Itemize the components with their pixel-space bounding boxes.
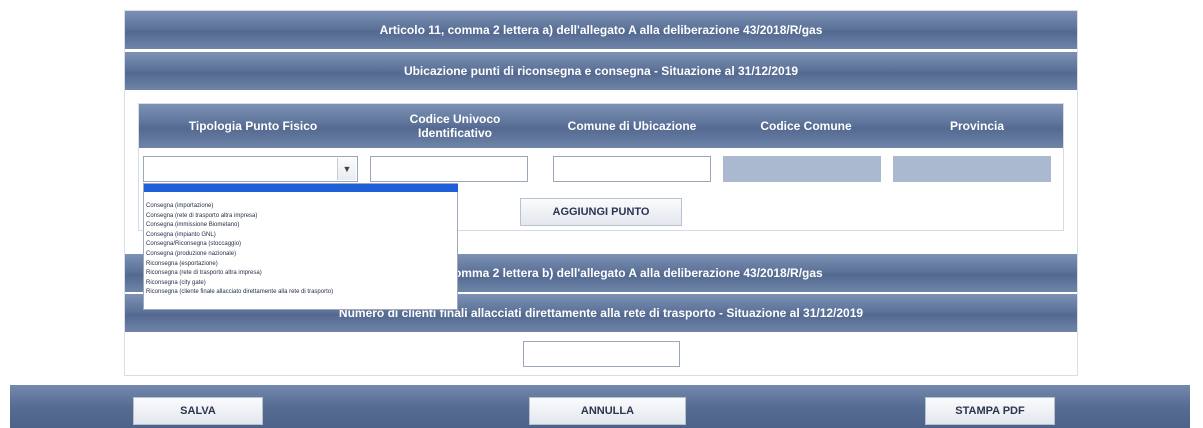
col-codice-univoco: Codice Univoco Identificativo bbox=[409, 112, 501, 140]
save-button-label: SALVA bbox=[180, 405, 216, 417]
dropdown-option[interactable]: Consegna (immissione Biometano) bbox=[144, 221, 457, 231]
cancel-button-label: ANNULLA bbox=[580, 405, 635, 417]
dropdown-option[interactable]: Consegna (produzione nazionale) bbox=[144, 250, 457, 260]
section-a-subtitle-text: Ubicazione punti di riconsegna e consegn… bbox=[403, 64, 799, 78]
col-codice-comune: Codice Comune bbox=[760, 119, 852, 133]
clienti-finali-input[interactable] bbox=[523, 341, 680, 367]
add-point-button-label: AGGIUNGI PUNTO bbox=[552, 206, 650, 218]
dropdown-option[interactable]: Consegna (importazione) bbox=[144, 202, 457, 212]
dropdown-option[interactable]: Consegna (rete di trasporto altra impres… bbox=[144, 212, 457, 222]
save-button[interactable]: SALVA bbox=[133, 397, 263, 425]
chevron-down-icon[interactable]: ▼ bbox=[337, 158, 356, 180]
comune-input[interactable] bbox=[553, 156, 711, 182]
dropdown-highlight[interactable] bbox=[144, 184, 458, 192]
dropdown-option[interactable]: Riconsegna (cliente finale allacciato di… bbox=[144, 288, 457, 298]
codice-univoco-input[interactable] bbox=[370, 156, 528, 182]
provincia-field bbox=[893, 156, 1051, 182]
tipologia-dropdown-list[interactable]: Consegna (importazione) Consegna (rete d… bbox=[143, 183, 458, 310]
dropdown-option[interactable]: Riconsegna (city gate) bbox=[144, 279, 457, 289]
section-a-title-text: Articolo 11, comma 2 lettera a) dell'all… bbox=[379, 23, 823, 37]
col-tipologia: Tipologia Punto Fisico bbox=[188, 119, 318, 133]
dropdown-option[interactable]: Riconsegna (rete di trasporto altra impr… bbox=[144, 269, 457, 279]
col-comune: Comune di Ubicazione bbox=[567, 119, 697, 133]
dropdown-option[interactable]: Riconsegna (esportazione) bbox=[144, 260, 457, 270]
print-pdf-button-label: STAMPA PDF bbox=[955, 405, 1025, 417]
cancel-button[interactable]: ANNULLA bbox=[529, 397, 686, 425]
dropdown-option[interactable]: Consegna/Riconsegna (stoccaggio) bbox=[144, 240, 457, 250]
print-pdf-button[interactable]: STAMPA PDF bbox=[925, 397, 1055, 425]
tipologia-select[interactable]: ▼ bbox=[143, 156, 358, 182]
col-provincia: Provincia bbox=[949, 119, 1005, 133]
section-a-subtitle: Ubicazione punti di riconsegna e consegn… bbox=[125, 52, 1077, 90]
dropdown-option[interactable]: Consegna (impianto GNL) bbox=[144, 231, 457, 241]
codice-comune-field bbox=[723, 156, 881, 182]
points-table-header: Tipologia Punto Fisico Codice Univoco Id… bbox=[139, 104, 1063, 148]
section-a-title: Articolo 11, comma 2 lettera a) dell'all… bbox=[125, 11, 1077, 49]
add-point-button[interactable]: AGGIUNGI PUNTO bbox=[520, 198, 682, 226]
